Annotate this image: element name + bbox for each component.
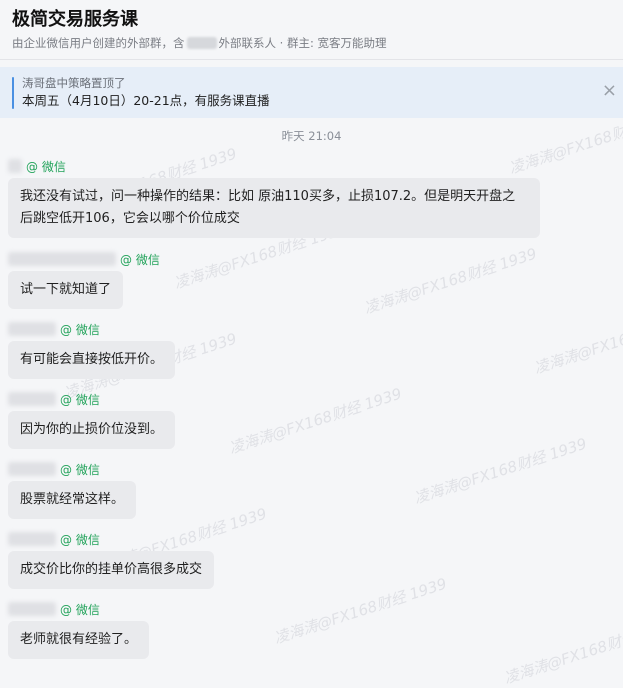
- message-item[interactable]: @ 微信 我还没有试过，问一种操作的结果：比如 原油110买多，止损107.2。…: [8, 158, 540, 238]
- sender-source: @ 微信: [60, 602, 100, 617]
- message-bubble[interactable]: 有可能会直接按低开价。: [8, 341, 176, 379]
- sender-name-redacted: [8, 602, 56, 616]
- message-bubble[interactable]: 因为你的止损价位没到。: [8, 411, 176, 449]
- subtitle-prefix: 由企业微信用户创建的外部群，含: [12, 36, 185, 50]
- sender-name-redacted: [8, 322, 56, 336]
- close-icon[interactable]: ×: [602, 82, 617, 100]
- message-sender: @ 微信: [8, 321, 175, 337]
- chat-header: 极简交易服务课 由企业微信用户创建的外部群，含 外部联系人 · 群主: 宽客万能…: [0, 0, 623, 60]
- sender-source: @ 微信: [60, 462, 100, 477]
- message-timestamp: 昨天 21:04: [281, 129, 342, 143]
- sender-name-redacted: [8, 532, 56, 546]
- message-item[interactable]: @ 微信 成交价比你的挂单价高很多成交: [8, 531, 215, 589]
- message-item[interactable]: @ 微信 试一下就知道了: [8, 251, 160, 309]
- message-item[interactable]: @ 微信 有可能会直接按低开价。: [8, 321, 176, 379]
- message-bubble[interactable]: 老师就很有经验了。: [8, 621, 150, 659]
- message-sender: @ 微信: [8, 251, 160, 267]
- group-subtitle: 由企业微信用户创建的外部群，含 外部联系人 · 群主: 宽客万能助理: [12, 35, 611, 51]
- watermark: 凌海涛@FX168财经 1939: [411, 434, 590, 508]
- sender-source: @ 微信: [60, 322, 100, 337]
- message-sender: @ 微信: [8, 461, 136, 477]
- sender-source: @ 微信: [120, 252, 160, 267]
- message-sender: @ 微信: [8, 601, 149, 617]
- sender-source: @ 微信: [60, 532, 100, 547]
- message-sender: @ 微信: [8, 391, 175, 407]
- message-sender: @ 微信: [8, 158, 540, 174]
- group-title: 极简交易服务课: [12, 9, 138, 30]
- pinned-accent-bar: [12, 77, 14, 109]
- pinned-message[interactable]: 涛哥盘中策略置顶了 本周五（4月10日）20-21点，有服务课直播 ×: [0, 67, 623, 118]
- pinned-author: 涛哥盘中策略置顶了: [22, 76, 126, 90]
- subtitle-suffix: 外部联系人 · 群主: 宽客万能助理: [218, 36, 387, 50]
- sender-name-redacted: [8, 462, 56, 476]
- sender-name-redacted: [8, 159, 22, 173]
- watermark: 凌海涛@FX168财经 1939: [271, 574, 450, 648]
- message-bubble[interactable]: 试一下就知道了: [8, 271, 124, 309]
- watermark: 凌海涛@FX168财经 1939: [226, 384, 405, 458]
- watermark: 凌海涛@FX168财经 1939: [361, 244, 540, 318]
- sender-name-redacted: [8, 392, 56, 406]
- sender-source: @ 微信: [26, 159, 66, 174]
- message-item[interactable]: @ 微信 股票就经常这样。: [8, 461, 137, 519]
- message-sender: @ 微信: [8, 531, 214, 547]
- sender-source: @ 微信: [60, 392, 100, 407]
- watermark: 凌海涛@FX168财经 1939: [531, 305, 623, 378]
- message-bubble[interactable]: 股票就经常这样。: [8, 481, 137, 519]
- pinned-content: 本周五（4月10日）20-21点，有服务课直播: [22, 93, 270, 108]
- redacted-count: [186, 37, 217, 49]
- message-item[interactable]: @ 微信 老师就很有经验了。: [8, 601, 150, 659]
- message-item[interactable]: @ 微信 因为你的止损价位没到。: [8, 391, 176, 449]
- message-bubble[interactable]: 我还没有试过，问一种操作的结果：比如 原油110买多，止损107.2。但是明天开…: [8, 178, 540, 238]
- sender-name-redacted: [8, 252, 116, 266]
- watermark: 凌海涛@FX168财经 1939: [501, 615, 623, 688]
- message-bubble[interactable]: 成交价比你的挂单价高很多成交: [8, 551, 215, 589]
